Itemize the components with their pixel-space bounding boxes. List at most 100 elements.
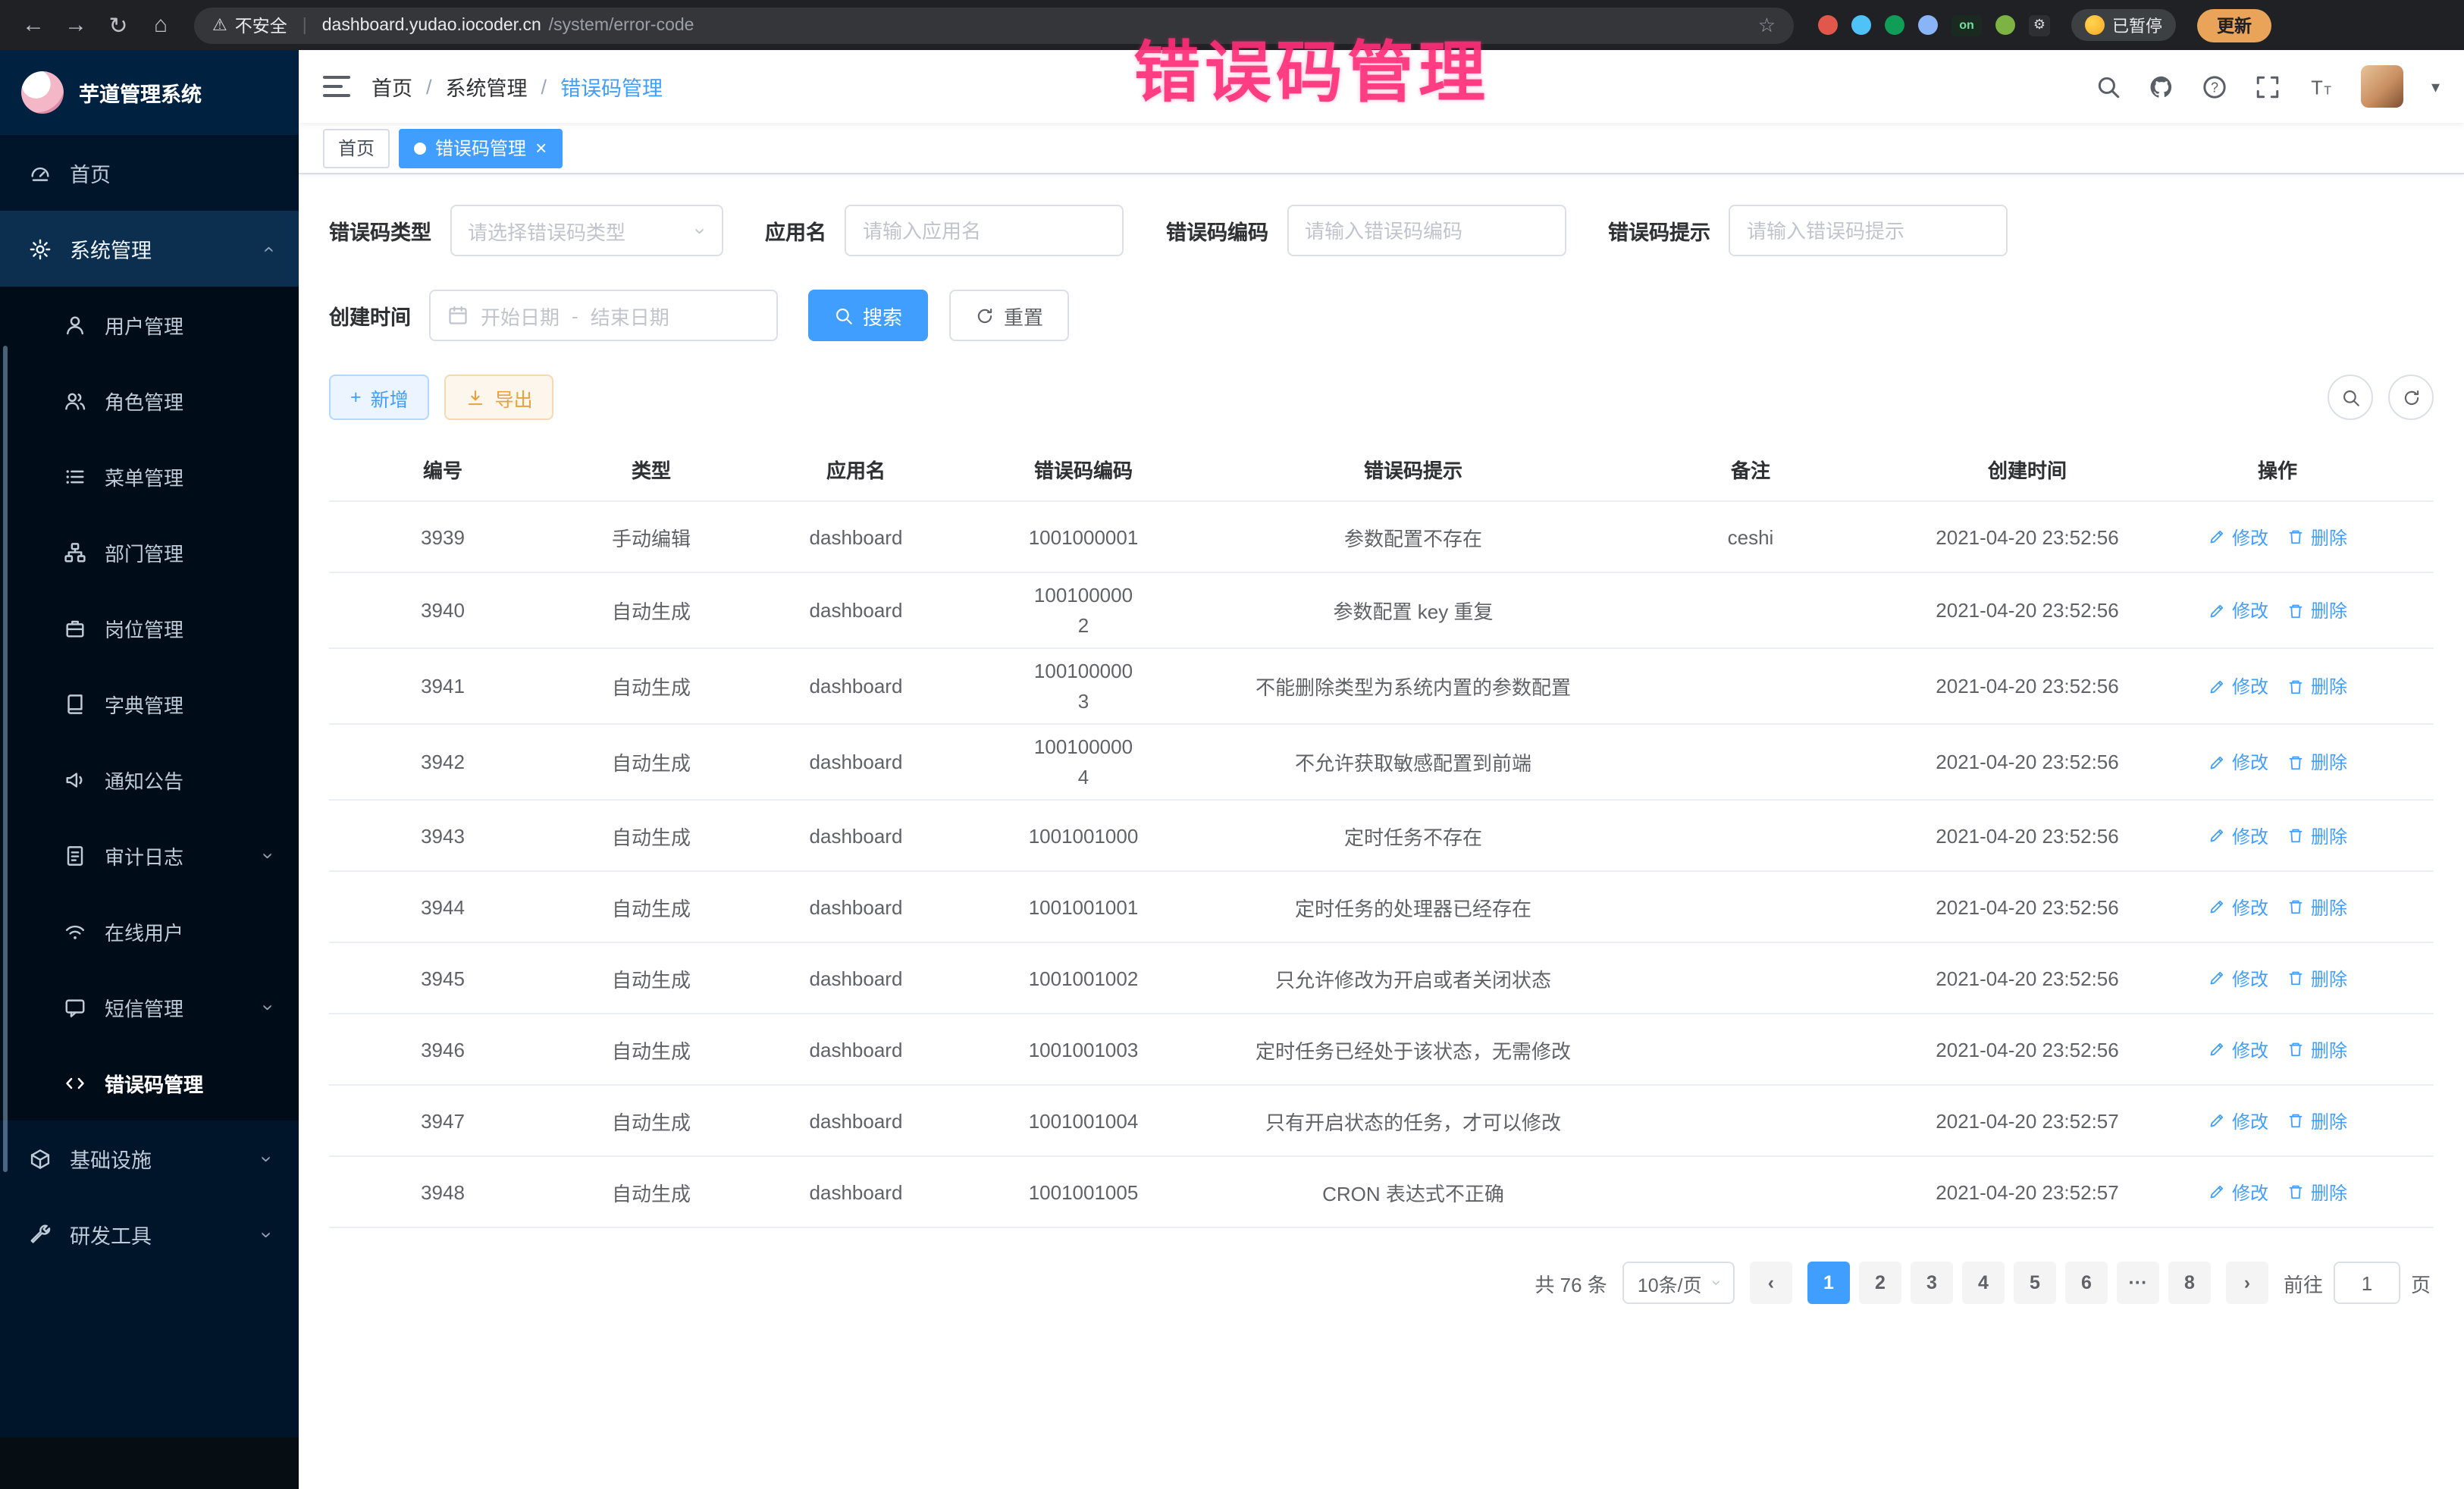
page-button[interactable]: 6 xyxy=(2065,1262,2108,1304)
security-warning-icon[interactable]: ⚠ xyxy=(212,15,227,35)
sidebar-item-role-mgmt[interactable]: 角色管理 xyxy=(0,362,299,438)
extension-icon-green[interactable] xyxy=(1885,15,1904,35)
sidebar-item-user-mgmt[interactable]: 用户管理 xyxy=(0,287,299,362)
back-icon[interactable]: ← xyxy=(15,7,52,43)
sidebar-item-infrastructure[interactable]: 基础设施 › xyxy=(0,1121,299,1196)
edit-link[interactable]: 修改 xyxy=(2208,1179,2268,1205)
delete-link[interactable]: 删除 xyxy=(2287,965,2347,991)
edit-link[interactable]: 修改 xyxy=(2208,749,2268,775)
page-button[interactable]: 1 xyxy=(1807,1262,1850,1304)
breadcrumb-home[interactable]: 首页 xyxy=(371,71,412,102)
cell-type: 自动生成 xyxy=(556,892,746,921)
sidebar-item-home[interactable]: 首页 xyxy=(0,135,299,211)
delete-link[interactable]: 删除 xyxy=(2287,823,2347,848)
app-name-input[interactable] xyxy=(845,205,1124,256)
delete-link[interactable]: 删除 xyxy=(2287,749,2347,775)
close-icon[interactable]: × xyxy=(535,138,547,158)
cell-time: 2021-04-20 23:52:56 xyxy=(1876,599,2179,622)
delete-link[interactable]: 删除 xyxy=(2287,1179,2347,1205)
extension-icon-leaf[interactable] xyxy=(1995,15,2015,35)
caret-down-icon[interactable]: ▾ xyxy=(2431,77,2440,96)
sidebar-item-menu-mgmt[interactable]: 菜单管理 xyxy=(0,438,299,514)
wifi-icon xyxy=(64,920,86,942)
profile-paused-badge[interactable]: 已暂停 xyxy=(2071,9,2176,41)
export-button[interactable]: 导出 xyxy=(445,375,554,420)
sidebar-item-error-code-mgmt[interactable]: 错误码管理 xyxy=(0,1045,299,1121)
error-code-input[interactable] xyxy=(1287,205,1566,256)
page-jump-input[interactable] xyxy=(2334,1262,2400,1304)
sidebar-item-online-users[interactable]: 在线用户 xyxy=(0,893,299,969)
page-button[interactable]: ··· xyxy=(2117,1262,2159,1304)
extension-icon-red[interactable] xyxy=(1818,15,1838,35)
edit-link[interactable]: 修改 xyxy=(2208,965,2268,991)
refresh-icon xyxy=(2401,387,2421,407)
sidebar-item-system[interactable]: 系统管理 › xyxy=(0,211,299,287)
cell-code: 1001001005 xyxy=(966,1180,1201,1203)
address-bar[interactable]: ⚠ 不安全 | dashboard.yudao.iocoder.cn/syste… xyxy=(194,7,1794,43)
refresh-table-button[interactable] xyxy=(2388,375,2434,420)
delete-link[interactable]: 删除 xyxy=(2287,1108,2347,1133)
delete-link[interactable]: 删除 xyxy=(2287,673,2347,699)
page-button[interactable]: 5 xyxy=(2014,1262,2056,1304)
sidebar-scrollbar[interactable] xyxy=(3,346,8,1172)
add-button[interactable]: + 新增 xyxy=(329,375,430,420)
sidebar-item-post-mgmt[interactable]: 岗位管理 xyxy=(0,590,299,666)
toggle-search-button[interactable] xyxy=(2328,375,2373,420)
page-button[interactable]: 3 xyxy=(1911,1262,1953,1304)
bookmark-star-icon[interactable]: ☆ xyxy=(1758,13,1776,37)
browser-update-button[interactable]: 更新 xyxy=(2197,8,2271,42)
edit-link[interactable]: 修改 xyxy=(2208,673,2268,699)
user-avatar[interactable] xyxy=(2362,65,2404,108)
help-icon[interactable]: ? xyxy=(2202,74,2228,99)
error-type-select[interactable]: 请选择错误码类型 › xyxy=(450,205,723,256)
app-logo[interactable]: 芋道管理系统 xyxy=(0,50,299,135)
page-size-select[interactable]: 10条/页 › xyxy=(1622,1262,1735,1304)
edit-link[interactable]: 修改 xyxy=(2208,1036,2268,1062)
breadcrumb-system[interactable]: 系统管理 xyxy=(446,71,528,102)
reset-button[interactable]: 重置 xyxy=(949,290,1069,341)
hamburger-icon[interactable] xyxy=(323,76,350,97)
sidebar-item-notice-mgmt[interactable]: 通知公告 xyxy=(0,741,299,817)
forward-icon[interactable]: → xyxy=(58,7,94,43)
extension-icon-blue[interactable] xyxy=(1851,15,1871,35)
date-range-picker[interactable]: 开始日期 - 结束日期 xyxy=(429,290,778,341)
extension-on-badge[interactable]: on xyxy=(1951,14,1982,36)
search-button[interactable]: 搜索 xyxy=(808,290,928,341)
sidebar-item-dict-mgmt[interactable]: 字典管理 xyxy=(0,666,299,741)
sidebar-item-sms-mgmt[interactable]: 短信管理 › xyxy=(0,969,299,1045)
edit-link[interactable]: 修改 xyxy=(2208,823,2268,848)
pagination: 共 76 条 10条/页 › ‹ 1 2 3 xyxy=(329,1262,2434,1304)
edit-link[interactable]: 修改 xyxy=(2208,1108,2268,1133)
sidebar-item-audit-log[interactable]: 审计日志 › xyxy=(0,817,299,893)
github-icon[interactable] xyxy=(2149,74,2175,99)
error-hint-input[interactable] xyxy=(1729,205,2008,256)
cell-id: 3948 xyxy=(329,1180,556,1203)
reload-icon[interactable]: ↻ xyxy=(100,7,136,43)
search-icon[interactable] xyxy=(2096,74,2122,99)
cell-id: 3947 xyxy=(329,1109,556,1132)
page-button[interactable]: 8 xyxy=(2168,1262,2211,1304)
fullscreen-icon[interactable] xyxy=(2256,74,2281,99)
next-page-button[interactable]: › xyxy=(2226,1262,2268,1304)
font-size-icon[interactable]: TT xyxy=(2309,74,2334,99)
page-button[interactable]: 4 xyxy=(1962,1262,2005,1304)
delete-link[interactable]: 删除 xyxy=(2287,597,2347,623)
edit-link[interactable]: 修改 xyxy=(2208,597,2268,623)
cell-time: 2021-04-20 23:52:56 xyxy=(1876,967,2179,989)
delete-link[interactable]: 删除 xyxy=(2287,524,2347,550)
page-content: 错误码类型 请选择错误码类型 › 应用名 错误码编码 xyxy=(299,174,2464,1489)
prev-page-button[interactable]: ‹ xyxy=(1750,1262,1792,1304)
tag-error-code[interactable]: 错误码管理 × xyxy=(399,128,562,168)
extensions-puzzle-icon[interactable]: ⚙ xyxy=(2029,14,2050,36)
delete-link[interactable]: 删除 xyxy=(2287,1036,2347,1062)
extension-icon-grid[interactable] xyxy=(1918,15,1938,35)
sidebar-item-dept-mgmt[interactable]: 部门管理 xyxy=(0,514,299,590)
page-button[interactable]: 2 xyxy=(1859,1262,1901,1304)
edit-link[interactable]: 修改 xyxy=(2208,524,2268,550)
tag-home[interactable]: 首页 xyxy=(323,128,390,168)
home-icon[interactable]: ⌂ xyxy=(143,7,179,43)
sidebar-item-devtools[interactable]: 研发工具 › xyxy=(0,1196,299,1272)
security-label[interactable]: 不安全 xyxy=(235,13,287,37)
edit-link[interactable]: 修改 xyxy=(2208,894,2268,920)
delete-link[interactable]: 删除 xyxy=(2287,894,2347,920)
